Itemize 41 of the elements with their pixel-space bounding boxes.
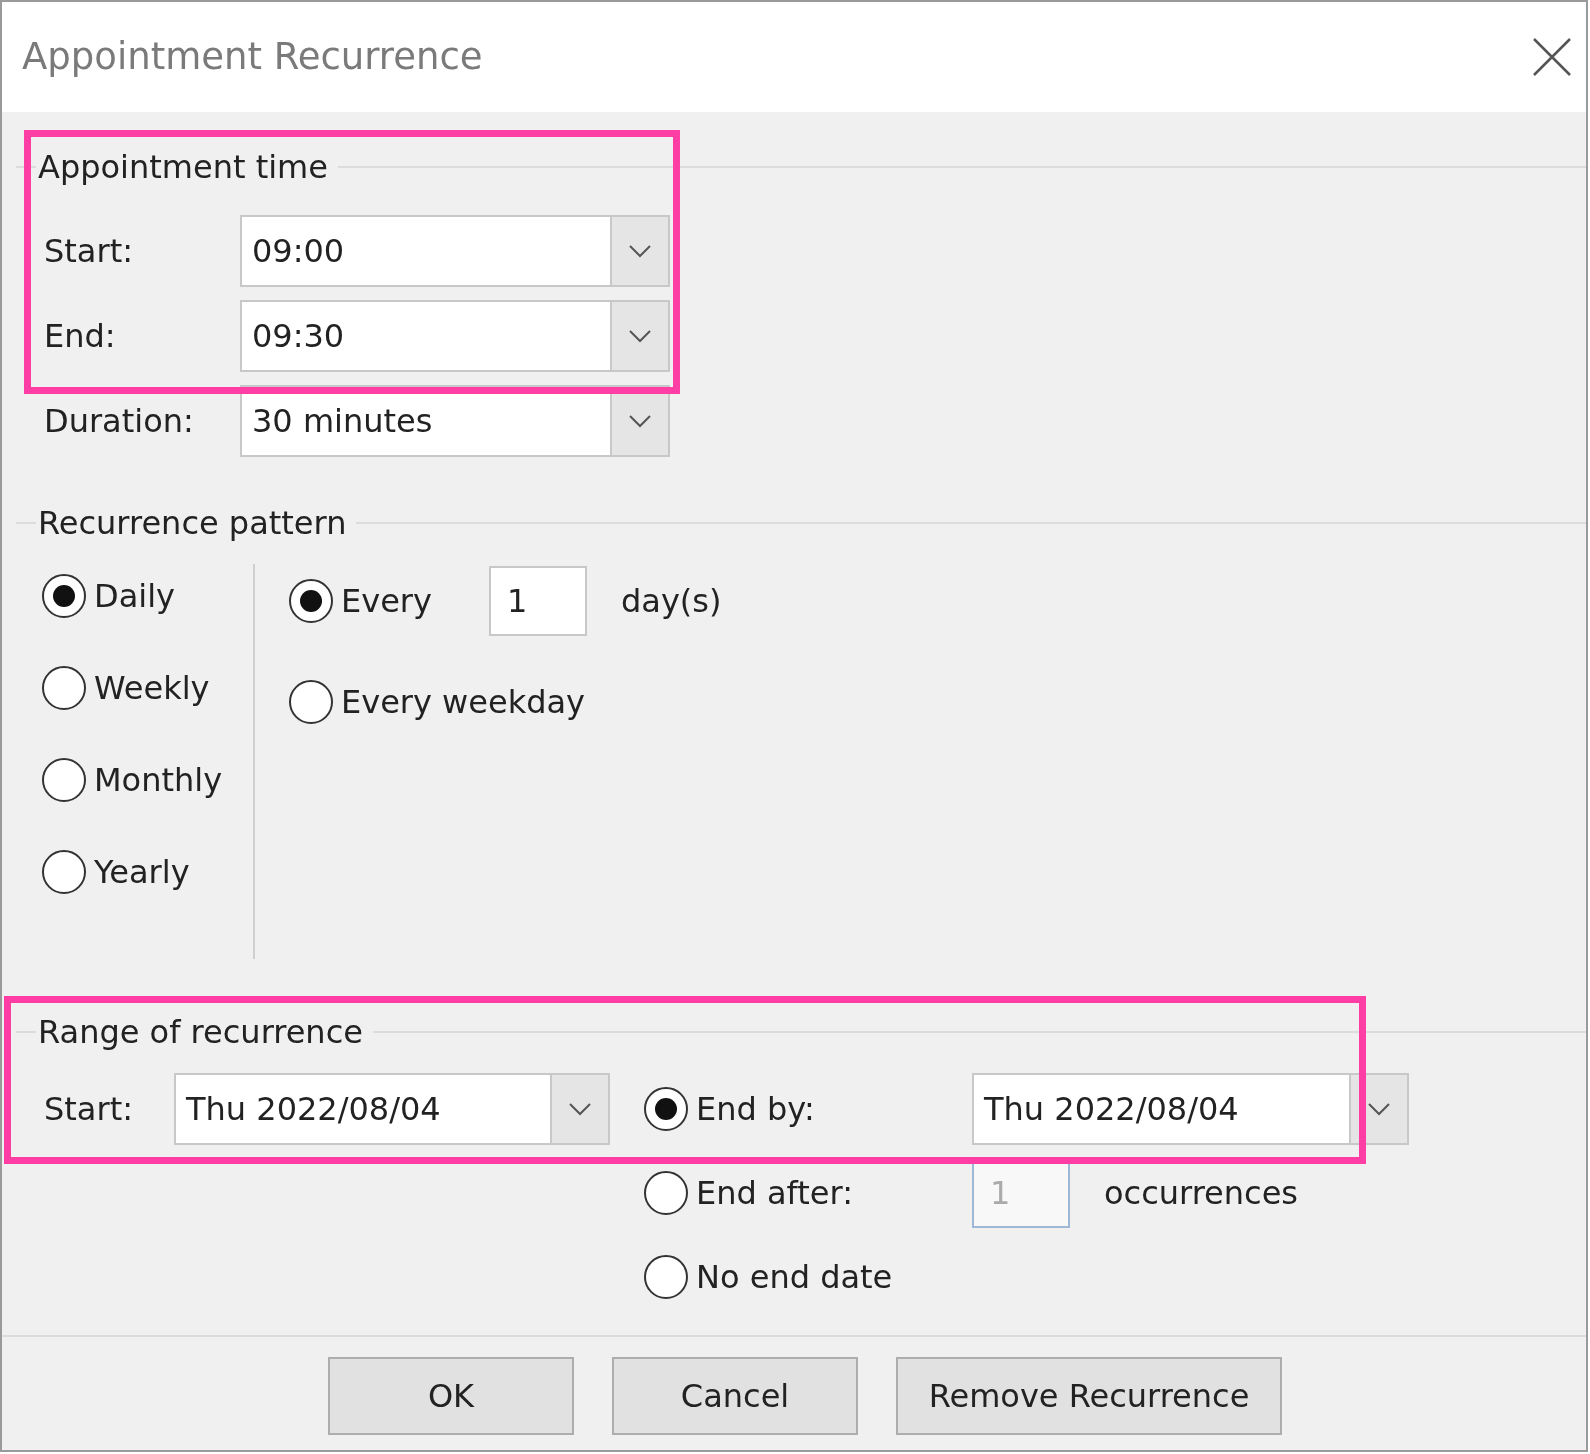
group-title: Appointment time bbox=[38, 147, 328, 188]
radio-button[interactable] bbox=[42, 574, 86, 618]
radio-button[interactable] bbox=[289, 579, 333, 623]
unit-label: occurrences bbox=[1104, 1173, 1298, 1214]
remove-button[interactable]: Remove Recurrence bbox=[896, 1357, 1282, 1435]
dropdown-field[interactable]: Thu 2022/08/04 bbox=[972, 1073, 1409, 1145]
close-icon[interactable] bbox=[1532, 37, 1572, 77]
cancel-button[interactable]: Cancel bbox=[612, 1357, 858, 1435]
window-title: Appointment Recurrence bbox=[22, 34, 483, 81]
dropdown-field[interactable]: 09:30 bbox=[240, 300, 670, 372]
radio-label: Monthly bbox=[94, 760, 223, 801]
radio-label: Daily bbox=[94, 576, 175, 617]
radio-button[interactable] bbox=[644, 1087, 688, 1131]
field-label: Duration: bbox=[44, 401, 195, 442]
dropdown-field[interactable]: 09:00 bbox=[240, 215, 670, 287]
chevron-down-icon bbox=[628, 244, 652, 258]
number-field[interactable]: 1 bbox=[489, 566, 587, 636]
radio-button[interactable] bbox=[289, 680, 333, 724]
field-label: Start: bbox=[44, 231, 134, 272]
radio-label: End by: bbox=[696, 1089, 816, 1130]
radio-label: End after: bbox=[696, 1173, 854, 1214]
radio-label: No end date bbox=[696, 1257, 894, 1298]
field-label: End: bbox=[44, 316, 117, 357]
radio-label: Yearly bbox=[94, 852, 190, 893]
chevron-down-icon bbox=[628, 414, 652, 428]
radio-label: Weekly bbox=[94, 668, 210, 709]
chevron-down-icon bbox=[568, 1102, 592, 1116]
radio-button[interactable] bbox=[42, 850, 86, 894]
radio-button[interactable] bbox=[42, 666, 86, 710]
field-label: Start: bbox=[44, 1089, 134, 1130]
radio-label: Every weekday bbox=[341, 682, 586, 723]
radio-label: Every bbox=[341, 581, 433, 622]
radio-button[interactable] bbox=[644, 1255, 688, 1299]
radio-button[interactable] bbox=[42, 758, 86, 802]
ok-button[interactable]: OK bbox=[328, 1357, 574, 1435]
chevron-down-icon bbox=[1367, 1102, 1391, 1116]
group-title: Range of recurrence bbox=[38, 1012, 363, 1053]
chevron-down-icon bbox=[628, 329, 652, 343]
group-title: Recurrence pattern bbox=[38, 503, 347, 544]
unit-label: day(s) bbox=[621, 581, 722, 622]
dropdown-field[interactable]: Thu 2022/08/04 bbox=[174, 1073, 610, 1145]
